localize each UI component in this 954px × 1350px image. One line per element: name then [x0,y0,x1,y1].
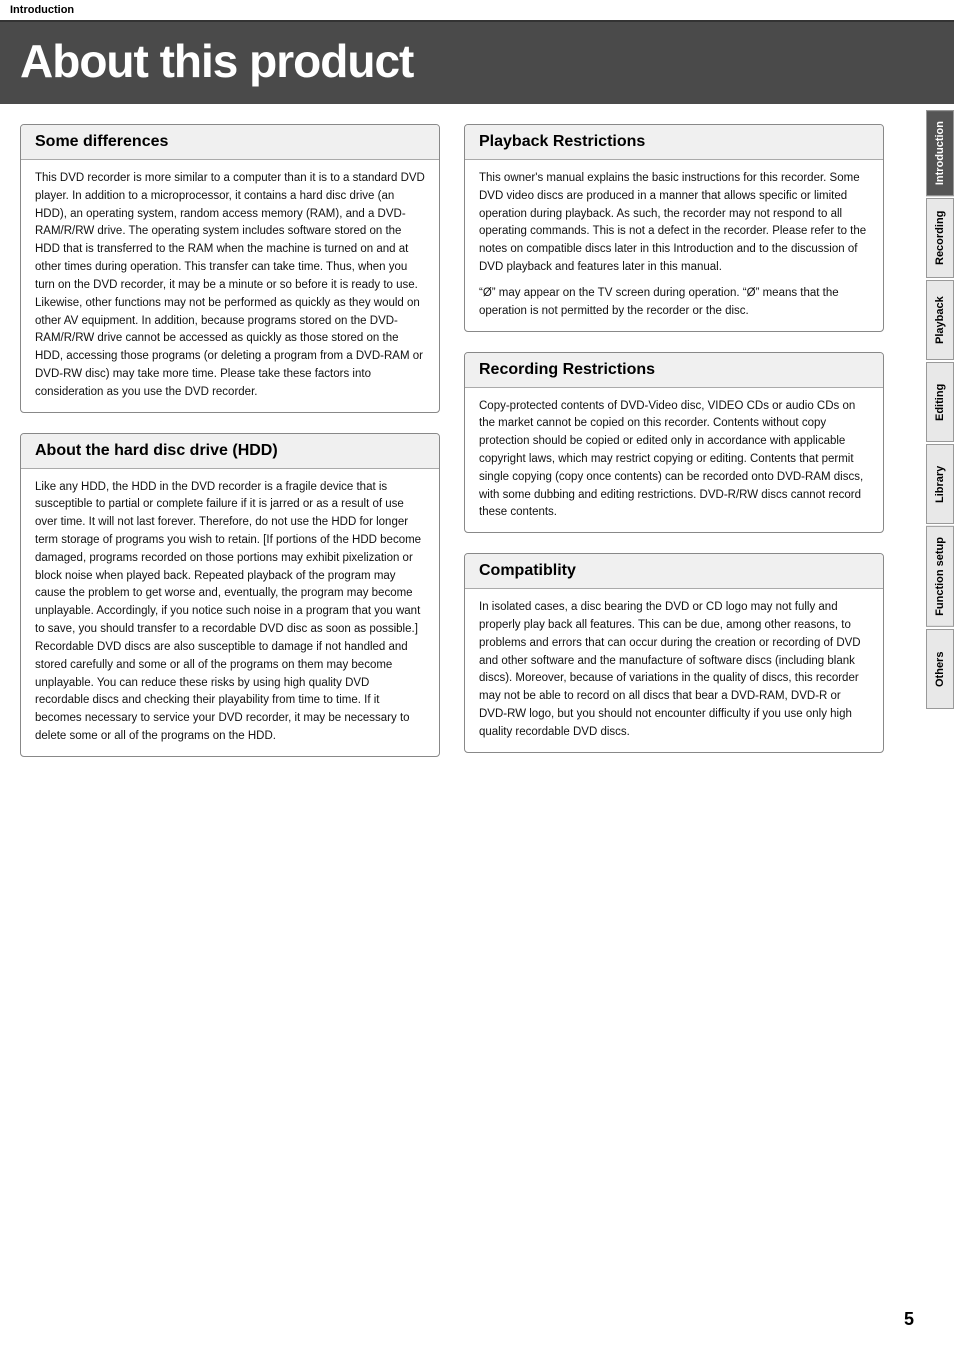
recording-restrictions-title: Recording Restrictions [465,353,883,388]
right-column: Playback Restrictions This owner's manua… [464,124,884,777]
sidebar-tab-recording[interactable]: Recording [926,198,954,278]
some-differences-content: This DVD recorder is more similar to a c… [21,160,439,412]
hdd-content: Like any HDD, the HDD in the DVD recorde… [21,469,439,756]
sidebar-tab-playback[interactable]: Playback [926,280,954,360]
recording-restrictions-section: Recording Restrictions Copy-protected co… [464,352,884,534]
sidebar-tab-library[interactable]: Library [926,444,954,524]
some-differences-title: Some differences [21,125,439,160]
playback-restrictions-content: This owner's manual explains the basic i… [465,160,883,331]
main-content: Some differences This DVD recorder is mo… [0,104,924,797]
left-column: Some differences This DVD recorder is mo… [20,124,440,777]
sidebar-tab-editing[interactable]: Editing [926,362,954,442]
page-title: About this product [20,34,934,88]
compatibility-title: Compatiblity [465,554,883,589]
compatibility-section: Compatiblity In isolated cases, a disc b… [464,553,884,753]
playback-restrictions-section: Playback Restrictions This owner's manua… [464,124,884,332]
sidebar-tab-others[interactable]: Others [926,629,954,709]
compatibility-content: In isolated cases, a disc bearing the DV… [465,589,883,752]
right-sidebar: Introduction Recording Playback Editing … [926,110,954,711]
hdd-title: About the hard disc drive (HDD) [21,434,439,469]
some-differences-section: Some differences This DVD recorder is mo… [20,124,440,413]
page-number: 5 [904,1309,914,1330]
sidebar-tab-introduction[interactable]: Introduction [926,110,954,196]
playback-restrictions-title: Playback Restrictions [465,125,883,160]
hdd-section: About the hard disc drive (HDD) Like any… [20,433,440,757]
sidebar-tab-function-setup[interactable]: Function setup [926,526,954,627]
breadcrumb-text: Introduction [10,4,74,16]
title-banner: About this product [0,22,954,104]
breadcrumb: Introduction [0,0,954,22]
recording-restrictions-content: Copy-protected contents of DVD-Video dis… [465,388,883,533]
